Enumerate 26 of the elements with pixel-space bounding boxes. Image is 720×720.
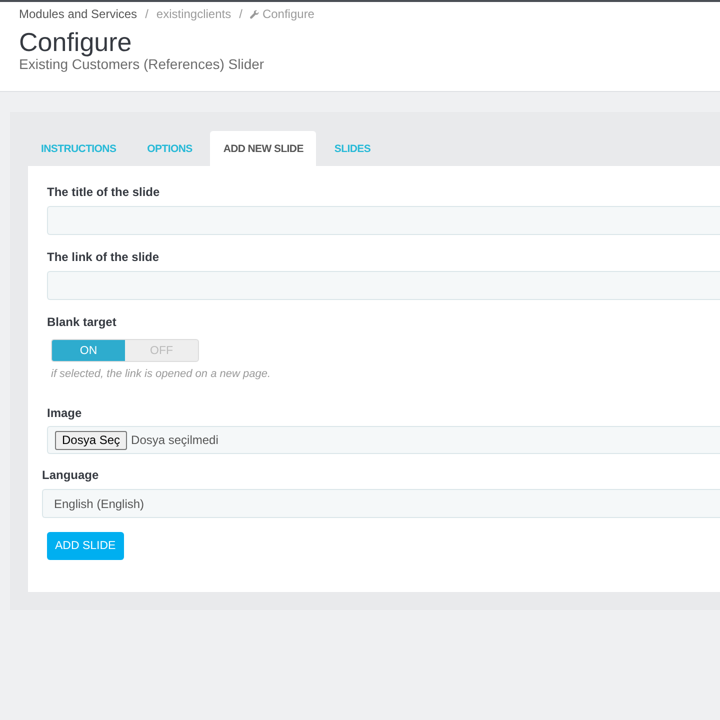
field-label: The title of the slide [47,184,160,200]
file-status-text: Dosya seçilmedi [131,433,218,447]
field-label: The link of the slide [47,249,160,265]
page-title: Configure [19,28,133,56]
select-field[interactable]: English (English) [42,489,720,518]
text-input-field[interactable] [47,271,720,300]
breadcrumb-separator: / [145,6,148,22]
field-label: Blank target [47,314,116,330]
field-label: Language [42,467,99,483]
tab[interactable]: SLIDES [321,131,384,166]
switch-option[interactable]: ON [52,340,125,361]
add-slide-button[interactable]: ADD SLIDE [47,532,124,560]
breadcrumb-separator: / [239,6,242,22]
breadcrumb-link[interactable]: Modules and Services [19,6,138,22]
tab[interactable]: OPTIONS [134,131,206,166]
field-hint: if selected, the link is opened on a new page. [51,367,271,382]
wrench-icon [250,10,260,18]
page-subtitle: Existing Customers (References) Slider [19,56,266,72]
text-input-field[interactable] [47,206,720,235]
field-label: Image [47,405,82,421]
tab[interactable]: ADD NEW SLIDE [210,131,316,166]
breadcrumb-link[interactable]: existingclients [156,6,232,22]
file-input-field[interactable]: Dosya Seç Dosya seçilmedi [47,426,720,454]
tab[interactable]: INSTRUCTIONS [28,131,130,166]
choose-file-button[interactable]: Dosya Seç [55,430,128,450]
breadcrumb-current: Configure [262,6,314,22]
